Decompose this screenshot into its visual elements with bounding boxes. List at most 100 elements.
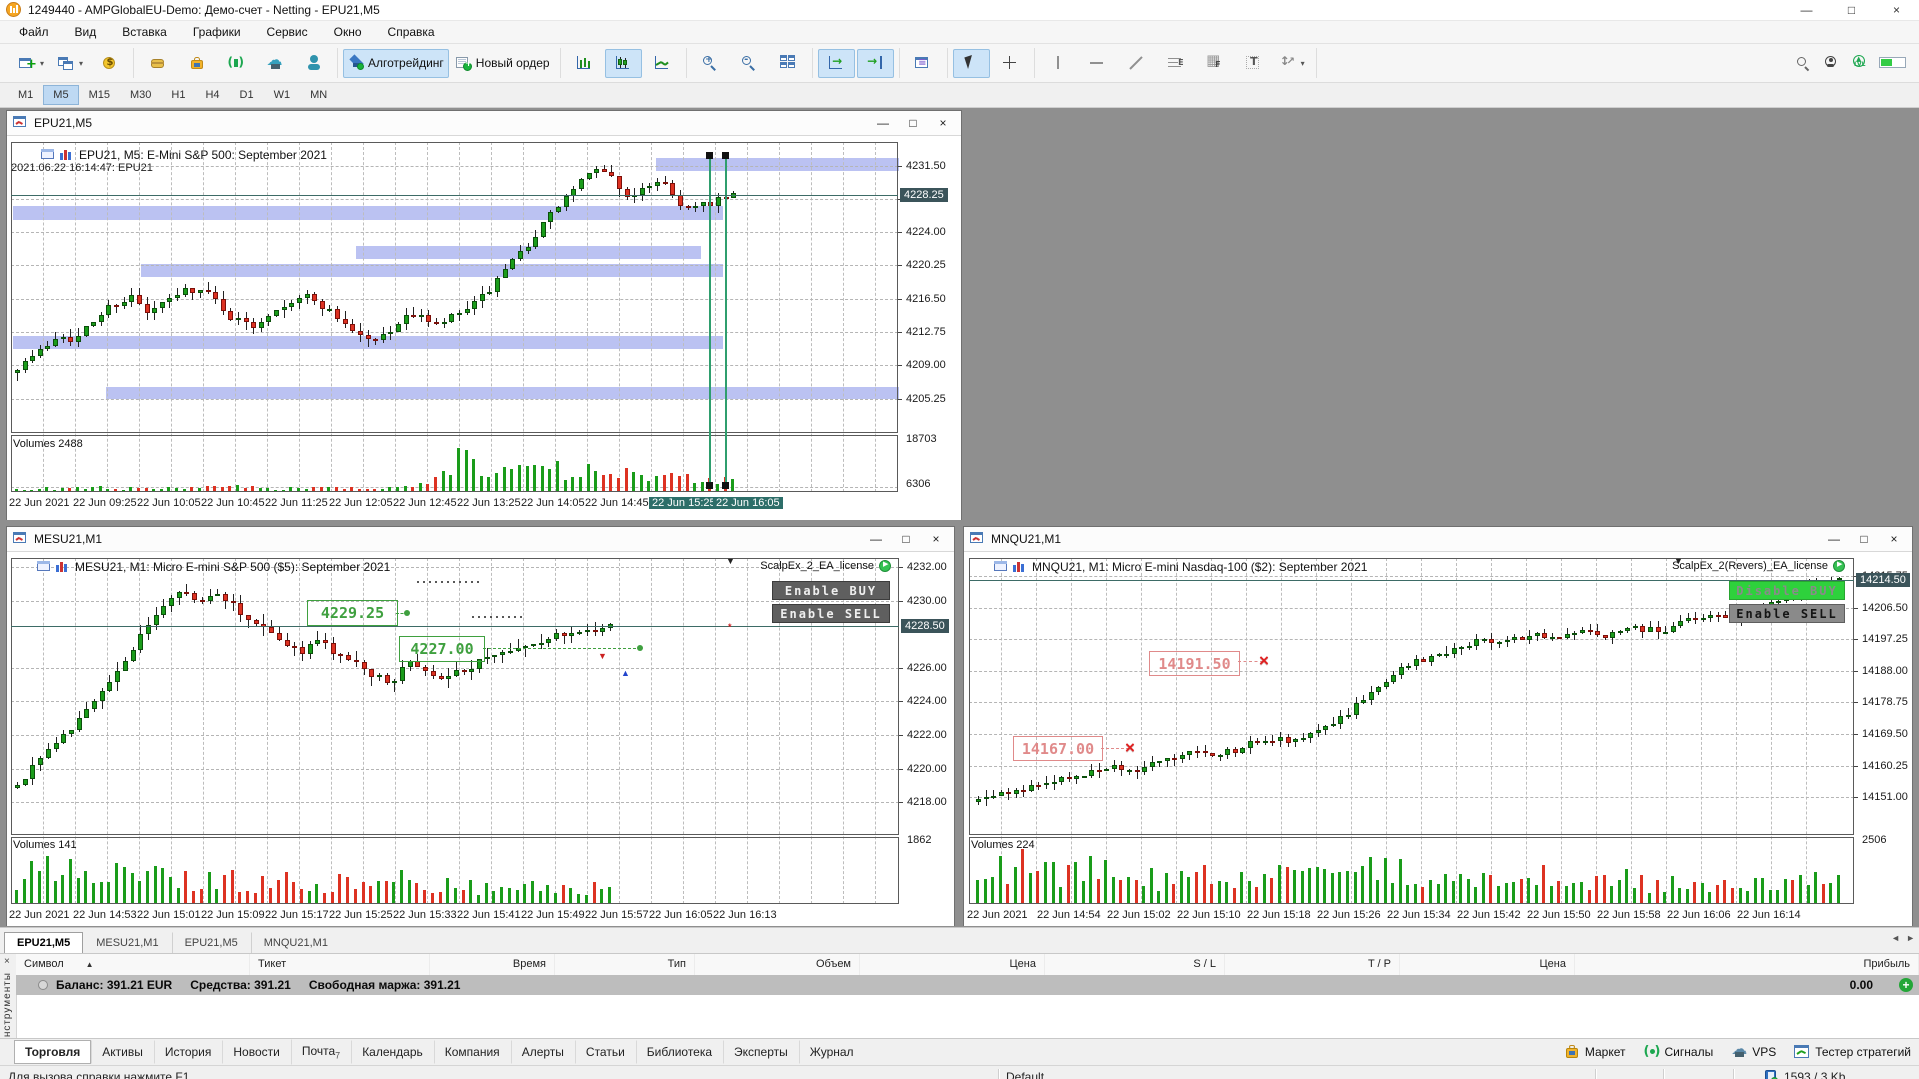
auto-scroll-icon[interactable]: →: [817, 48, 855, 78]
toolbox-tab-календарь[interactable]: Календарь: [351, 1040, 434, 1064]
chart-minimize-button[interactable]: —: [875, 116, 891, 130]
new-trade-plus-icon[interactable]: +: [1899, 978, 1913, 992]
menu-графики[interactable]: Графики: [180, 22, 254, 42]
timeframe-mn[interactable]: MN: [300, 85, 337, 105]
close-button[interactable]: ×: [1874, 0, 1919, 20]
signals-button[interactable]: () Сигналы: [1644, 1044, 1714, 1060]
timeframe-h4[interactable]: H4: [195, 85, 229, 105]
tile-windows-icon[interactable]: [770, 49, 807, 78]
community-icon[interactable]: [295, 49, 332, 78]
chart-window-titlebar[interactable]: MNQU21,M1 — □ ×: [964, 527, 1912, 552]
vps-button[interactable]: ☁ VPS: [1731, 1041, 1776, 1060]
line-chart-icon[interactable]: [644, 49, 681, 78]
chart-window-titlebar[interactable]: EPU21,M5 — □ ×: [7, 111, 961, 136]
chart-maximize-button[interactable]: □: [905, 116, 921, 130]
templates-icon[interactable]: ≡: [905, 49, 942, 78]
timeframe-d1[interactable]: D1: [230, 85, 264, 105]
menu-вставка[interactable]: Вставка: [109, 22, 180, 42]
column-header-2[interactable]: Тикет: [250, 954, 430, 975]
signal-icon[interactable]: (): [217, 49, 254, 78]
vline-handle[interactable]: [722, 152, 729, 159]
market-bag-icon[interactable]: [178, 49, 215, 78]
column-header-5[interactable]: Объем: [695, 954, 860, 975]
tab-scroll-right-button[interactable]: ►: [1906, 933, 1915, 943]
wallet-icon[interactable]: [139, 49, 176, 78]
vline-handle[interactable]: [706, 152, 713, 159]
chart-window-mnqu21-m1[interactable]: MNQU21,M1 — □ × 14167.00×14191.50×▼14215…: [963, 526, 1913, 926]
status-profile[interactable]: Default: [1006, 1070, 1044, 1079]
account-icon[interactable]: [1823, 55, 1839, 71]
chart-minimize-button[interactable]: —: [1826, 532, 1842, 546]
menu-файл[interactable]: Файл: [6, 22, 62, 42]
chart-plot-area[interactable]: 4229.25 4227.00 ▼ ▲ * ▼ 4232.00 4230.00 4226.00 4…: [7, 552, 954, 926]
grid-icon[interactable]: ▦ F: [1196, 49, 1233, 78]
toolbox-tab-компания[interactable]: Компания: [433, 1040, 511, 1064]
chart-tab-epu21-m5[interactable]: EPU21,M5: [4, 932, 84, 953]
timeframe-m5[interactable]: M5: [43, 85, 79, 105]
selected-vertical-line[interactable]: [709, 152, 711, 488]
chart-maximize-button[interactable]: □: [1856, 532, 1872, 546]
text-icon[interactable]: T: [1235, 49, 1272, 78]
market-button[interactable]: Маркет: [1564, 1044, 1626, 1060]
toolbox-close-icon[interactable]: ×: [4, 956, 10, 967]
timeframe-m30[interactable]: M30: [120, 85, 161, 105]
cloud-vps-icon[interactable]: ☁: [256, 49, 293, 78]
menu-сервис[interactable]: Сервис: [254, 22, 321, 42]
timeframe-h1[interactable]: H1: [161, 85, 195, 105]
arrows-icon[interactable]: ↕ ↗ ▾: [1274, 49, 1311, 78]
chart-close-button[interactable]: ×: [928, 532, 944, 546]
chart-maximize-button[interactable]: □: [898, 532, 914, 546]
chart-window-epu21-m5[interactable]: EPU21,M5 — □ × 4231.504227.754224.004220…: [6, 110, 962, 520]
trend-line-icon[interactable]: [1118, 49, 1155, 78]
chart-plot-area[interactable]: 4231.504227.754224.004220.254216.504212.…: [7, 136, 961, 520]
chart-minimize-button[interactable]: —: [868, 532, 884, 546]
toolbox-tab-торговля[interactable]: Торговля: [14, 1040, 92, 1064]
toolbox-tab-активы[interactable]: Активы: [91, 1040, 154, 1064]
column-header-1[interactable]: Символ ▲: [16, 954, 250, 975]
horizontal-line-icon[interactable]: [1079, 49, 1116, 78]
column-header-7[interactable]: S / L: [1045, 954, 1225, 975]
crosshair-icon[interactable]: [992, 49, 1029, 78]
zoom-out-icon[interactable]: -: [731, 49, 768, 78]
column-header-4[interactable]: Тип: [555, 954, 695, 975]
column-header-9[interactable]: Цена: [1400, 954, 1575, 975]
vline-handle[interactable]: [706, 482, 713, 489]
toolbox-tab-статьи[interactable]: Статьи: [574, 1040, 636, 1064]
pay-icon[interactable]: $: [91, 49, 128, 78]
enable-sell-button[interactable]: Enable SELL: [772, 604, 890, 623]
search-icon[interactable]: [1795, 55, 1811, 72]
level-icon[interactable]: ▲ LVL: [1851, 55, 1867, 71]
selected-vertical-line[interactable]: [725, 152, 727, 488]
candles-chart-icon[interactable]: [604, 48, 642, 78]
timeframe-m1[interactable]: M1: [8, 85, 43, 105]
bars-chart-icon[interactable]: [566, 49, 603, 78]
toolbox-tab-эксперты[interactable]: Эксперты: [723, 1040, 799, 1064]
chart-window-titlebar[interactable]: MESU21,M1 — □ ×: [7, 527, 954, 552]
menu-справка[interactable]: Справка: [375, 22, 448, 42]
cursor-icon[interactable]: [952, 48, 990, 78]
timeframe-w1[interactable]: W1: [264, 85, 301, 105]
toolbox-tab-история[interactable]: История: [153, 1040, 223, 1064]
chart-shift-icon[interactable]: →: [856, 48, 894, 78]
algo-trading-button[interactable]: Алготрейдинг: [343, 48, 449, 78]
menu-окно[interactable]: Окно: [321, 22, 375, 42]
connection-icon[interactable]: [1879, 55, 1909, 71]
timeframe-m15[interactable]: M15: [79, 85, 120, 105]
chart-close-button[interactable]: ×: [935, 116, 951, 130]
toolbox-tab-почта[interactable]: Почта7: [290, 1038, 351, 1066]
column-header-8[interactable]: T / P: [1225, 954, 1400, 975]
toolbox-tab-алерты[interactable]: Алерты: [510, 1040, 575, 1064]
chart-tab-epu21-m5[interactable]: EPU21,M5: [171, 932, 251, 953]
zoom-in-icon[interactable]: +: [692, 49, 729, 78]
new-order-button[interactable]: + Новый ордер: [451, 49, 555, 78]
chart-plot-area[interactable]: 14167.00×14191.50×▼14215.7514206.5014197…: [964, 552, 1912, 926]
enable-buy-button[interactable]: Enable BUY: [772, 581, 890, 600]
toolbox-tab-библиотека[interactable]: Библиотека: [635, 1040, 723, 1064]
fibonacci-icon[interactable]: E: [1157, 49, 1194, 78]
tab-scroll-left-button[interactable]: ◄: [1891, 933, 1900, 943]
menu-вид[interactable]: Вид: [62, 22, 110, 42]
column-header-3[interactable]: Время: [430, 954, 555, 975]
strategy-tester-button[interactable]: Тестер стратегий: [1794, 1044, 1911, 1060]
enable-sell-button[interactable]: Enable SELL: [1729, 604, 1845, 623]
toolbox-tab-журнал[interactable]: Журнал: [798, 1040, 865, 1064]
